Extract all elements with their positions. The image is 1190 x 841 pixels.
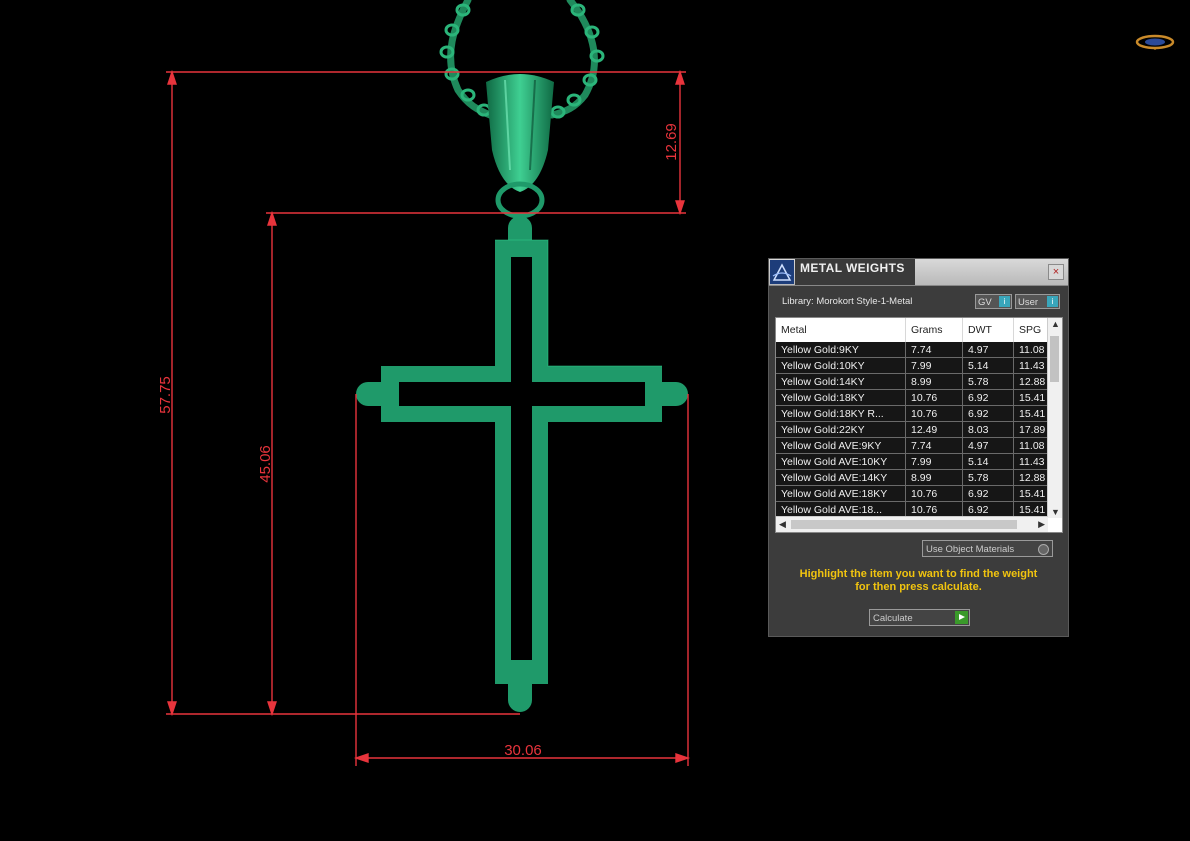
table-row[interactable]: Yellow Gold AVE:9KY 7.74 4.97 11.08: [776, 438, 1048, 454]
radio-icon[interactable]: [1038, 544, 1049, 555]
user-label: User: [1018, 297, 1039, 308]
cell-metal: Yellow Gold:14KY: [776, 374, 906, 390]
cross-pendant: [356, 216, 688, 712]
table-row[interactable]: Yellow Gold:18KY R... 10.76 6.92 15.41: [776, 406, 1048, 422]
cell-grams: 10.76: [906, 486, 963, 502]
cell-spg: 15.41: [1014, 390, 1048, 406]
cell-spg: 11.43: [1014, 358, 1048, 374]
cell-spg: 12.88: [1014, 374, 1048, 390]
column-header-dwt[interactable]: DWT: [963, 318, 1014, 342]
table-row[interactable]: Yellow Gold AVE:10KY 7.99 5.14 11.43: [776, 454, 1048, 470]
cell-metal: Yellow Gold AVE:14KY: [776, 470, 906, 486]
cell-dwt: 5.78: [963, 374, 1014, 390]
cell-spg: 17.89: [1014, 422, 1048, 438]
instructions-text: Highlight the item you want to find the …: [769, 568, 1068, 594]
cell-spg: 15.41: [1014, 406, 1048, 422]
cell-spg: 15.41: [1014, 486, 1048, 502]
cell-metal: Yellow Gold:22KY: [776, 422, 906, 438]
scroll-left-icon[interactable]: ◀: [779, 519, 786, 530]
table-row[interactable]: Yellow Gold:9KY 7.74 4.97 11.08: [776, 342, 1048, 358]
cell-dwt: 6.92: [963, 406, 1014, 422]
cell-grams: 7.74: [906, 438, 963, 454]
panel-title: METAL WEIGHTS: [800, 261, 905, 275]
brand-logo: [1135, 34, 1175, 50]
cell-grams: 10.76: [906, 390, 963, 406]
calculate-label: Calculate: [873, 613, 913, 624]
total-height-label: 57.75: [157, 376, 174, 414]
table-row[interactable]: Yellow Gold:22KY 12.49 8.03 17.89: [776, 422, 1048, 438]
table-row[interactable]: Yellow Gold AVE:14KY 8.99 5.78 12.88: [776, 470, 1048, 486]
gv-toggle[interactable]: GV i: [975, 294, 1012, 309]
cell-metal: Yellow Gold:18KY: [776, 390, 906, 406]
table-row[interactable]: Yellow Gold:18KY 10.76 6.92 15.41: [776, 390, 1048, 406]
cell-grams: 8.99: [906, 374, 963, 390]
bail: [486, 74, 554, 219]
cell-dwt: 4.97: [963, 438, 1014, 454]
scroll-up-icon[interactable]: ▲: [1051, 319, 1060, 329]
column-header-metal[interactable]: Metal: [776, 318, 906, 342]
cell-spg: 11.43: [1014, 454, 1048, 470]
vertical-scrollbar[interactable]: ▲ ▼: [1047, 318, 1062, 518]
table-header: Metal Grams DWT SPG: [776, 318, 1048, 342]
cell-dwt: 6.92: [963, 486, 1014, 502]
instructions-line-1: Highlight the item you want to find the …: [799, 568, 1038, 580]
cell-dwt: 6.92: [963, 390, 1014, 406]
scroll-right-icon[interactable]: ▶: [1038, 519, 1045, 530]
cell-dwt: 8.03: [963, 422, 1014, 438]
cell-grams: 8.99: [906, 470, 963, 486]
cell-dwt: 5.14: [963, 454, 1014, 470]
column-header-grams[interactable]: Grams: [906, 318, 963, 342]
instructions-line-2: for then press calculate.: [855, 581, 982, 593]
horizontal-scrollbar[interactable]: ◀ ▶: [776, 516, 1048, 532]
cell-grams: 7.99: [906, 358, 963, 374]
column-header-spg[interactable]: SPG: [1014, 318, 1048, 342]
scroll-thumb[interactable]: [791, 520, 1017, 529]
panel-titlebar[interactable]: METAL WEIGHTS ×: [769, 259, 1068, 286]
cell-dwt: 4.97: [963, 342, 1014, 358]
metal-weights-panel: METAL WEIGHTS × Library: Morokort Style-…: [768, 258, 1069, 637]
cell-metal: Yellow Gold AVE:9KY: [776, 438, 906, 454]
scroll-thumb[interactable]: [1050, 336, 1059, 382]
use-object-materials-option[interactable]: Use Object Materials: [922, 540, 1053, 557]
cross-height-label: 45.06: [257, 445, 274, 483]
cell-metal: Yellow Gold AVE:18KY: [776, 486, 906, 502]
cell-spg: 11.08: [1014, 438, 1048, 454]
calculate-button[interactable]: Calculate: [869, 609, 970, 626]
info-icon: i: [1047, 296, 1058, 307]
bail-height-label: 12.69: [663, 123, 680, 161]
cell-grams: 7.99: [906, 454, 963, 470]
cell-dwt: 5.14: [963, 358, 1014, 374]
metal-table[interactable]: Metal Grams DWT SPG Yellow Gold:9KY 7.74 4…: [775, 317, 1063, 533]
cell-spg: 12.88: [1014, 470, 1048, 486]
cell-metal: Yellow Gold AVE:10KY: [776, 454, 906, 470]
cell-metal: Yellow Gold:18KY R...: [776, 406, 906, 422]
cell-grams: 10.76: [906, 406, 963, 422]
app-logo-icon: [770, 260, 794, 284]
close-button[interactable]: ×: [1048, 264, 1064, 280]
cell-metal: Yellow Gold:9KY: [776, 342, 906, 358]
cross-width-label: 30.06: [504, 742, 542, 759]
gv-label: GV: [978, 297, 992, 308]
cell-grams: 7.74: [906, 342, 963, 358]
info-icon: i: [999, 296, 1010, 307]
cell-spg: 11.08: [1014, 342, 1048, 358]
cell-grams: 12.49: [906, 422, 963, 438]
scroll-down-icon[interactable]: ▼: [1051, 507, 1060, 517]
use-object-materials-label: Use Object Materials: [926, 544, 1015, 555]
cell-metal: Yellow Gold:10KY: [776, 358, 906, 374]
user-toggle[interactable]: User i: [1015, 294, 1060, 309]
cell-dwt: 5.78: [963, 470, 1014, 486]
library-label: Library: Morokort Style-1-Metal: [782, 296, 913, 307]
table-row[interactable]: Yellow Gold AVE:18KY 10.76 6.92 15.41: [776, 486, 1048, 502]
table-row[interactable]: Yellow Gold:14KY 8.99 5.78 12.88: [776, 374, 1048, 390]
play-arrow-icon: [955, 611, 968, 624]
table-row[interactable]: Yellow Gold:10KY 7.99 5.14 11.43: [776, 358, 1048, 374]
